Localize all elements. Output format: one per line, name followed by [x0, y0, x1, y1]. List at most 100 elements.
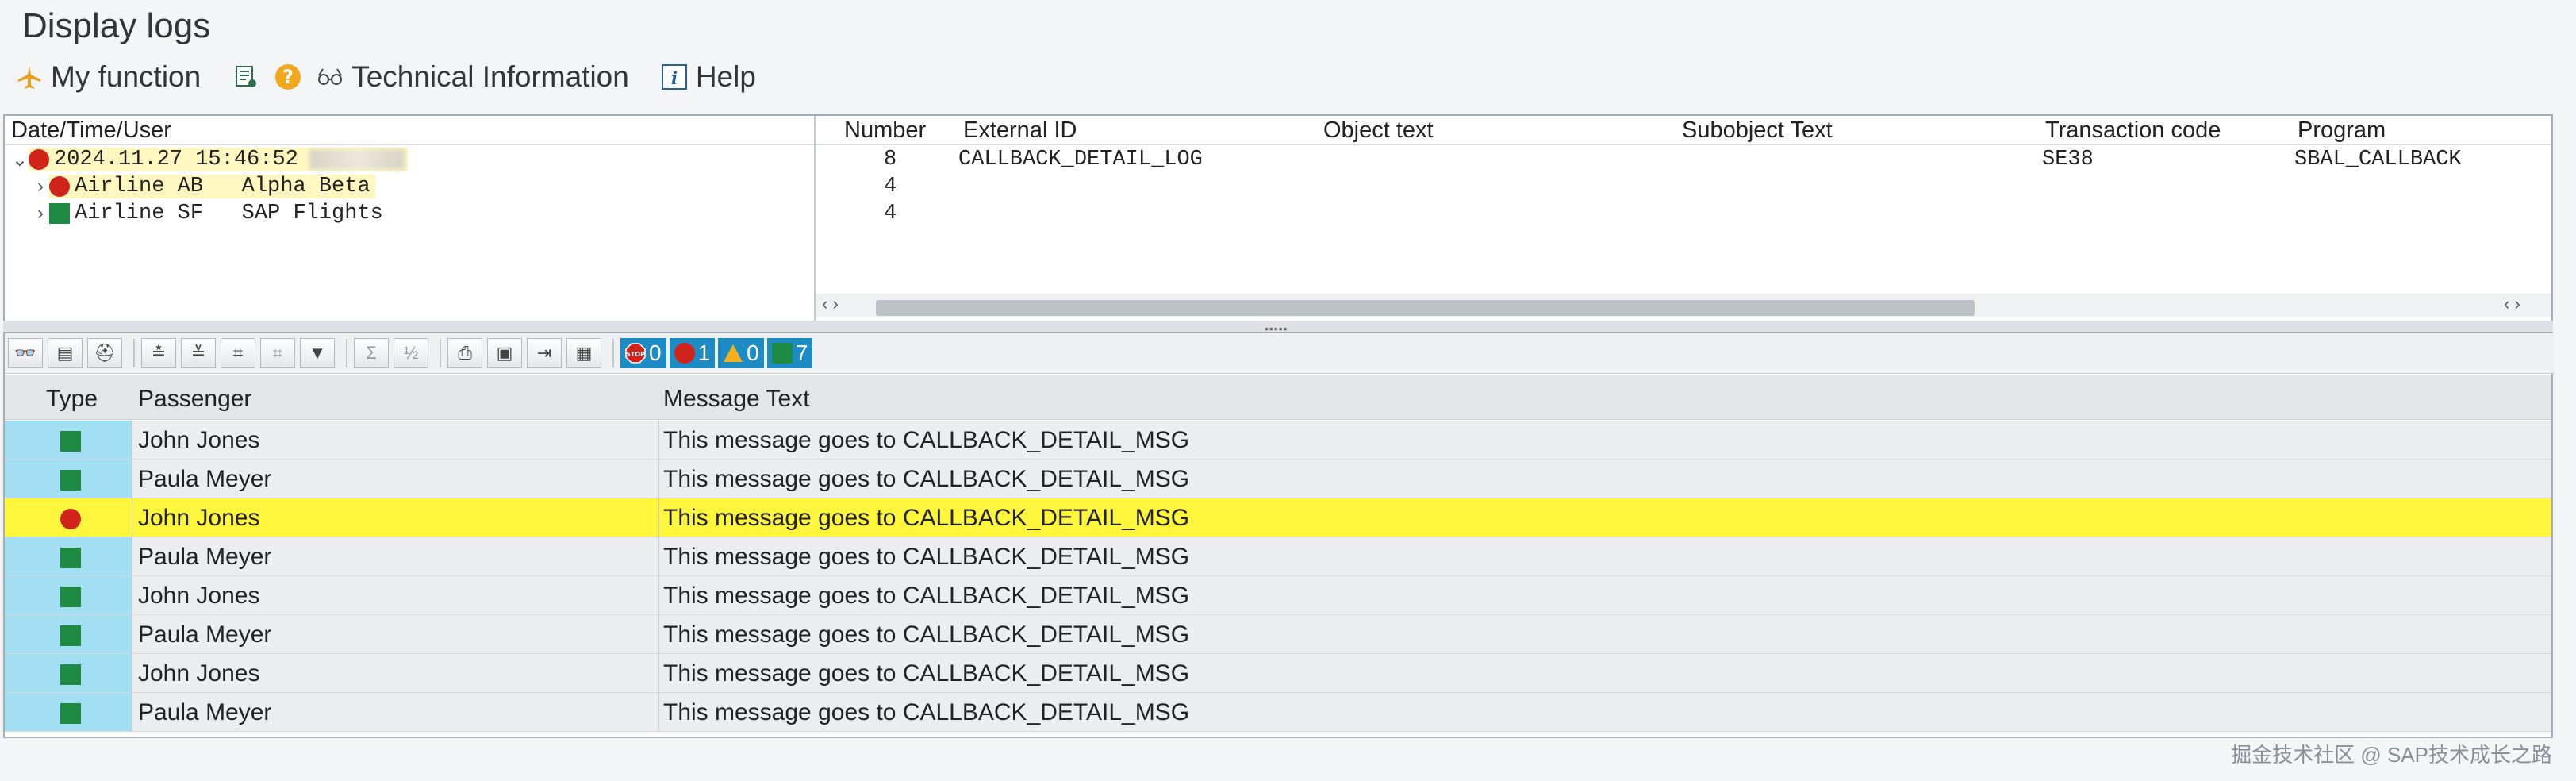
- layout-icon: ▦: [575, 343, 593, 363]
- column-divider: [658, 537, 659, 575]
- message-cell[interactable]: This message goes to CALLBACK_DETAIL_MSG: [663, 699, 1189, 726]
- error-icon: [49, 176, 70, 197]
- passenger-cell[interactable]: Paula Meyer: [138, 466, 271, 493]
- type-cell[interactable]: [5, 615, 132, 653]
- technical-information-button[interactable]: Technical Information: [317, 60, 629, 94]
- success-icon: [60, 587, 81, 607]
- find-button[interactable]: ⌗: [221, 338, 255, 368]
- filter-button[interactable]: ▼: [300, 338, 335, 368]
- chevron-right-icon[interactable]: ›: [32, 202, 49, 225]
- details-button[interactable]: 👓: [8, 338, 43, 368]
- column-divider: [658, 576, 659, 614]
- print-button[interactable]: ⎙: [447, 338, 482, 368]
- warning-counter[interactable]: 0: [718, 338, 764, 368]
- type-cell[interactable]: [5, 498, 132, 537]
- message-cell[interactable]: This message goes to CALLBACK_DETAIL_MSG: [663, 427, 1189, 454]
- my-function-button[interactable]: My function: [16, 60, 201, 94]
- message-cell[interactable]: This message goes to CALLBACK_DETAIL_MSG: [663, 621, 1189, 648]
- chevron-down-icon[interactable]: ⌄: [11, 148, 29, 171]
- find-next-button[interactable]: ⌗: [260, 338, 295, 368]
- table-row[interactable]: Paula Meyer This message goes to CALLBAC…: [5, 460, 2551, 498]
- sort-ascending-button[interactable]: ≛: [141, 338, 176, 368]
- total-button[interactable]: Σ: [354, 338, 389, 368]
- cell-number[interactable]: 4: [884, 200, 896, 227]
- tree-node-airline-ab[interactable]: › Airline AB Alpha Beta: [5, 173, 375, 200]
- passenger-cell[interactable]: John Jones: [138, 660, 259, 687]
- column-header-passenger[interactable]: Passenger: [138, 386, 251, 413]
- passenger-cell[interactable]: John Jones: [138, 505, 259, 532]
- column-header-number[interactable]: Number: [844, 116, 926, 144]
- table-row[interactable]: Paula Meyer This message goes to CALLBAC…: [5, 693, 2551, 732]
- type-cell[interactable]: [5, 537, 132, 575]
- scroll-left-icon[interactable]: ‹ ›: [822, 294, 839, 314]
- sort-ascending-icon: ≛: [151, 343, 167, 363]
- column-header-subobject-text[interactable]: Subobject Text: [1682, 116, 1833, 144]
- success-counter[interactable]: 7: [766, 338, 813, 368]
- table-row-selected[interactable]: John Jones This message goes to CALLBACK…: [5, 498, 2551, 537]
- cell-number[interactable]: 4: [884, 173, 896, 200]
- column-header-transaction-code[interactable]: Transaction code: [2045, 116, 2221, 144]
- cell-transaction-code[interactable]: SE38: [2042, 146, 2094, 173]
- message-cell[interactable]: This message goes to CALLBACK_DETAIL_MSG: [663, 544, 1189, 571]
- passenger-cell[interactable]: Paula Meyer: [138, 544, 271, 571]
- help-button[interactable]: i Help: [661, 60, 756, 94]
- views-button[interactable]: ▣: [487, 338, 522, 368]
- toolbar-separator: [612, 339, 614, 367]
- technical-info-button[interactable]: ▤: [48, 338, 83, 368]
- message-cell[interactable]: This message goes to CALLBACK_DETAIL_MSG: [663, 505, 1189, 532]
- sort-descending-button[interactable]: ≚: [181, 338, 216, 368]
- export-button[interactable]: ⇥: [527, 338, 562, 368]
- layout-button[interactable]: ▦: [566, 338, 601, 368]
- cell-program[interactable]: SBAL_CALLBACK: [2294, 146, 2462, 173]
- column-header-external-id[interactable]: External ID: [963, 116, 1077, 144]
- sum-icon: Σ: [366, 343, 377, 363]
- type-cell[interactable]: [5, 421, 132, 459]
- column-header-message-text[interactable]: Message Text: [663, 386, 810, 413]
- tree-node-label: Airline SF SAP Flights: [75, 202, 383, 225]
- subtotal-button[interactable]: ½: [394, 338, 428, 368]
- tree-node-airline-ab-content: Airline AB Alpha Beta: [49, 175, 375, 198]
- message-cell[interactable]: This message goes to CALLBACK_DETAIL_MSG: [663, 583, 1189, 610]
- message-cell[interactable]: This message goes to CALLBACK_DETAIL_MSG: [663, 466, 1189, 493]
- scrollbar-thumb[interactable]: [876, 300, 1975, 316]
- help-circle-button[interactable]: ?: [274, 63, 302, 91]
- header-divider: [5, 144, 814, 145]
- watermark: 掘金技术社区 @ SAP技术成长之路: [2231, 743, 2552, 767]
- type-cell[interactable]: [5, 460, 132, 498]
- passenger-cell[interactable]: Paula Meyer: [138, 621, 271, 648]
- chevron-right-icon[interactable]: ›: [32, 175, 49, 198]
- table-row[interactable]: John Jones This message goes to CALLBACK…: [5, 654, 2551, 693]
- type-cell[interactable]: [5, 693, 132, 731]
- tree-node-log[interactable]: ⌄ 2024.11.27 15:46:52: [5, 146, 408, 173]
- scroll-right-icon[interactable]: ‹ ›: [2504, 294, 2520, 314]
- passenger-cell[interactable]: John Jones: [138, 583, 259, 610]
- stop-counter[interactable]: STOP 0: [620, 338, 666, 368]
- svg-text:i: i: [671, 68, 678, 89]
- message-cell[interactable]: This message goes to CALLBACK_DETAIL_MSG: [663, 660, 1189, 687]
- passenger-cell[interactable]: Paula Meyer: [138, 699, 271, 726]
- passenger-cell[interactable]: John Jones: [138, 427, 259, 454]
- table-row[interactable]: Paula Meyer This message goes to CALLBAC…: [5, 615, 2551, 654]
- type-cell[interactable]: [5, 654, 132, 692]
- column-header-type[interactable]: Type: [46, 386, 98, 413]
- success-count: 7: [795, 340, 808, 365]
- configure-button[interactable]: [232, 63, 259, 90]
- question-icon: ?: [275, 64, 301, 90]
- tree-node-airline-sf[interactable]: › Airline SF SAP Flights: [5, 200, 383, 227]
- table-row[interactable]: Paula Meyer This message goes to CALLBAC…: [5, 537, 2551, 576]
- cell-external-id[interactable]: CALLBACK_DETAIL_LOG: [958, 146, 1203, 173]
- help-toolbar-button[interactable]: ⛑: [87, 338, 122, 368]
- column-header-object-text[interactable]: Object text: [1323, 116, 1434, 144]
- error-counter[interactable]: 1: [669, 338, 716, 368]
- pane-splitter[interactable]: •••••: [3, 321, 2553, 335]
- message-pane: 👓 ▤ ⛑ ≛ ≚ ⌗ ⌗ ▼ Σ ½ ⎙ ▣ ⇥ ▦ STOP 0 1 0 7: [3, 332, 2555, 738]
- column-divider: [658, 615, 659, 653]
- tree-column-header[interactable]: Date/Time/User: [11, 116, 171, 144]
- application-toolbar: My function ? Technical Information i He…: [0, 52, 2576, 102]
- type-cell[interactable]: [5, 576, 132, 614]
- column-divider: [658, 654, 659, 692]
- cell-number[interactable]: 8: [884, 146, 896, 173]
- column-header-program[interactable]: Program: [2298, 116, 2386, 144]
- table-row[interactable]: John Jones This message goes to CALLBACK…: [5, 576, 2551, 615]
- table-row[interactable]: John Jones This message goes to CALLBACK…: [5, 421, 2551, 460]
